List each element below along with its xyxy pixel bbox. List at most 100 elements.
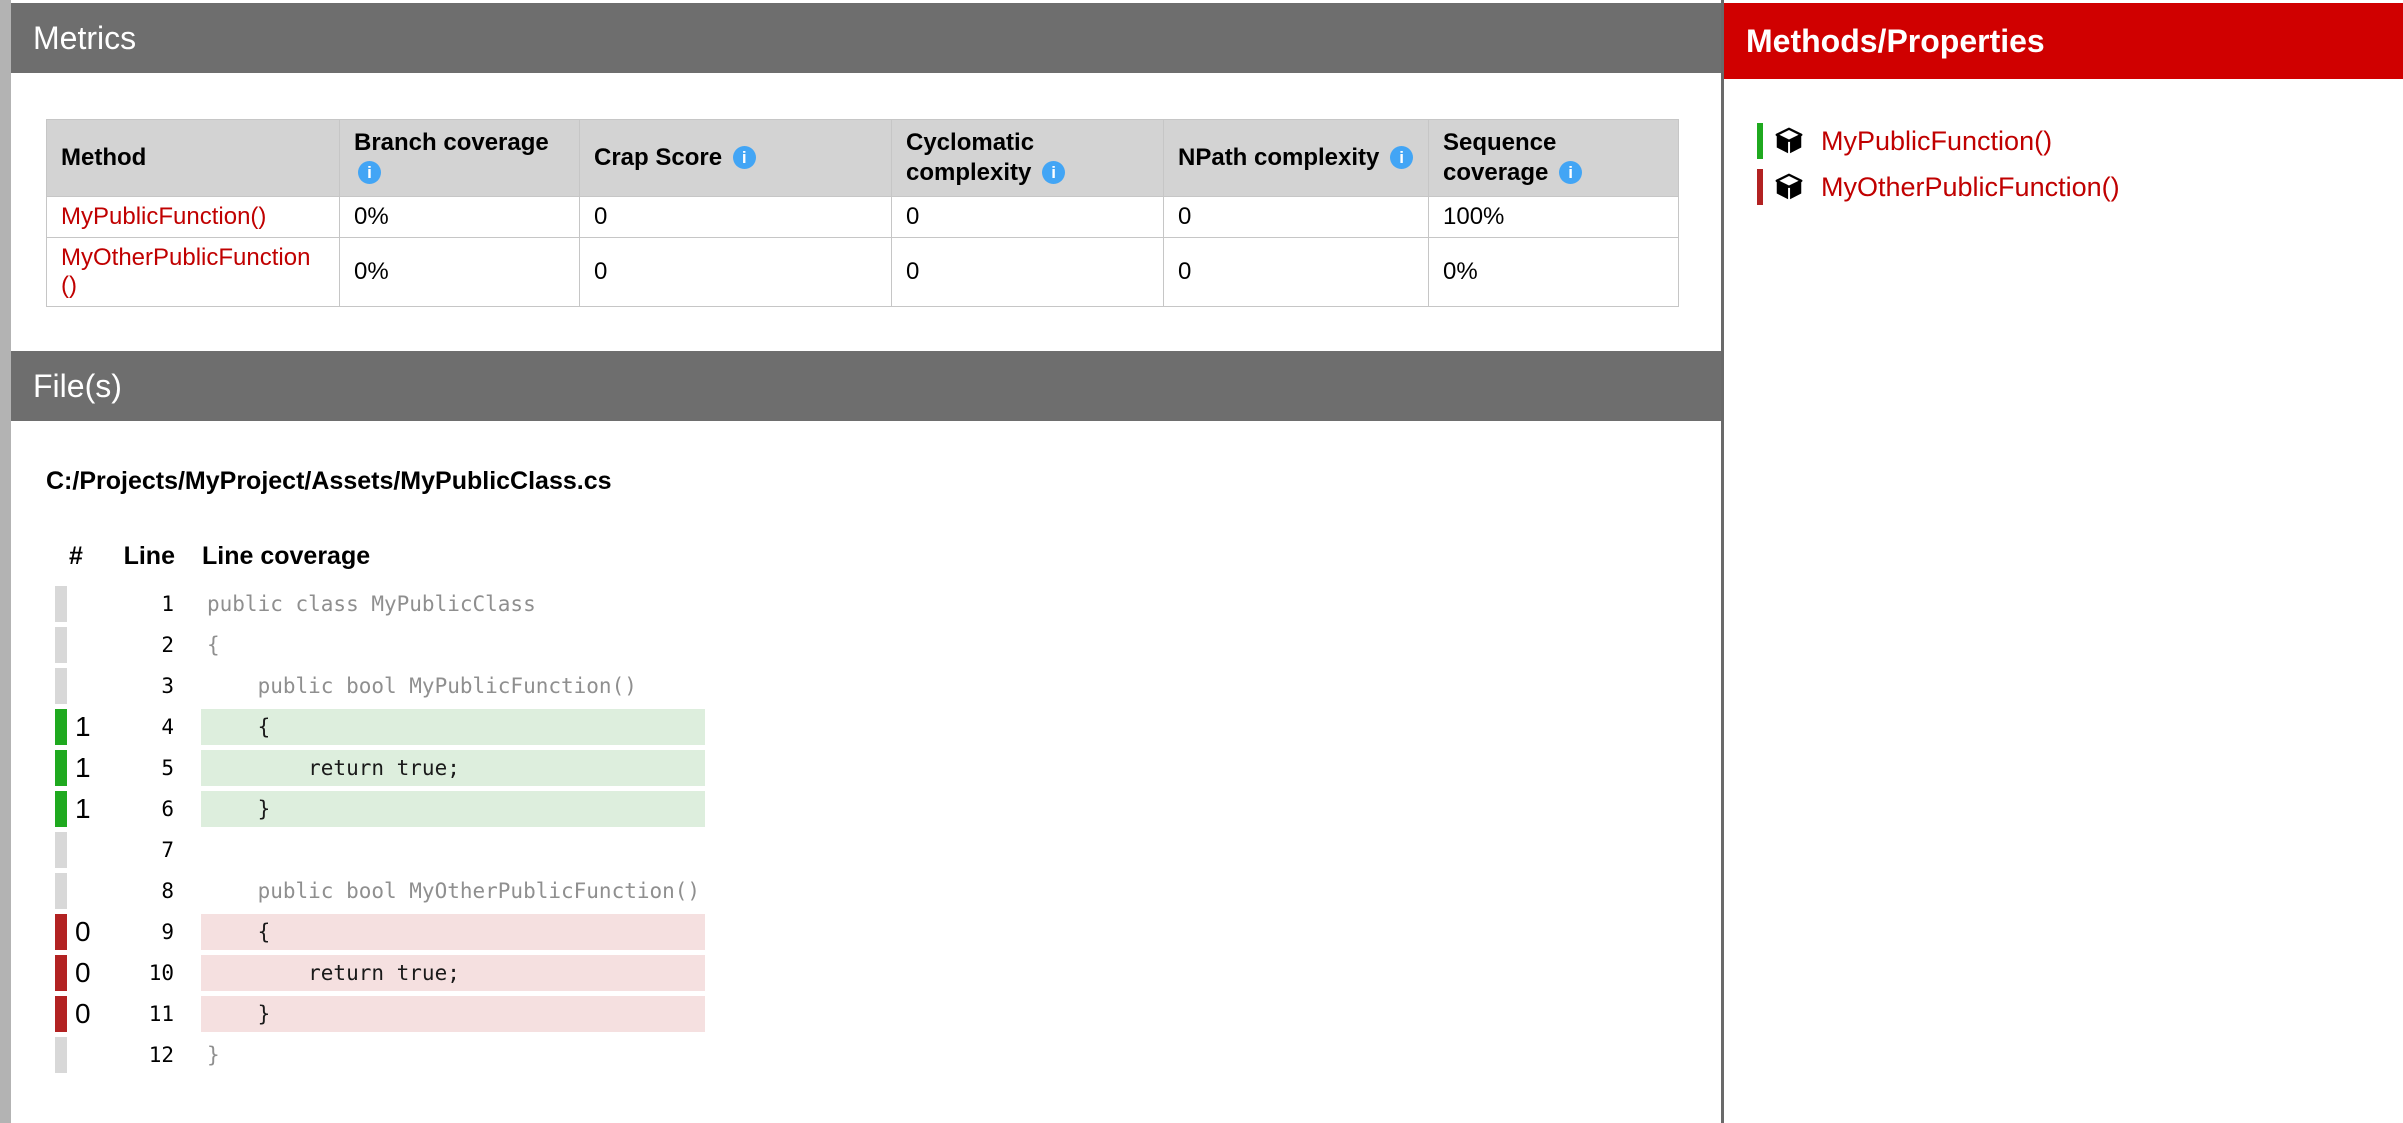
coverage-indicator-bar xyxy=(55,914,67,950)
metric-value-cell: 0 xyxy=(580,238,892,307)
coverage-indicator-bar xyxy=(55,627,67,663)
line-number: 6 xyxy=(111,791,174,827)
code-line-row: 0 10 return true; xyxy=(55,955,1721,991)
code-rows: 1 public class MyPublicClass 2 { 3 publi… xyxy=(55,586,1721,1073)
line-column-header: Line xyxy=(97,542,175,571)
metric-value-cell: 0 xyxy=(580,197,892,238)
hit-count: 0 xyxy=(75,996,111,1032)
coverage-indicator-bar xyxy=(55,668,67,704)
file-path: C:/Projects/MyProject/Assets/MyPublicCla… xyxy=(46,467,1721,496)
column-header-crap-score: Crap Score xyxy=(580,120,892,197)
source-code-line: public bool MyOtherPublicFunction() xyxy=(201,873,705,909)
code-line-row: 1 public class MyPublicClass xyxy=(55,586,1721,622)
method-list-item: MyPublicFunction() xyxy=(1757,123,2403,159)
line-number: 1 xyxy=(111,586,174,622)
coverage-status-bar xyxy=(1757,123,1763,159)
source-code-line: { xyxy=(201,709,705,745)
info-icon[interactable] xyxy=(733,146,756,169)
methods-properties-header: Methods/Properties xyxy=(1724,3,2403,79)
info-icon[interactable] xyxy=(1559,161,1582,184)
main-content: Metrics Method Branch coverage Crap Scor… xyxy=(11,0,1721,1123)
code-line-row: 1 6 } xyxy=(55,791,1721,827)
coverage-indicator-bar xyxy=(55,832,67,868)
code-line-row: 2 { xyxy=(55,627,1721,663)
column-header-branch-coverage: Branch coverage xyxy=(340,120,580,197)
method-link[interactable]: MyOtherPublicFunction() xyxy=(1821,172,2120,203)
metric-value-cell: 0% xyxy=(340,197,580,238)
column-header-npath-complexity: NPath complexity xyxy=(1164,120,1429,197)
code-line-row: 1 4 { xyxy=(55,709,1721,745)
hits-column-header: # xyxy=(55,542,97,571)
hit-count: 0 xyxy=(75,955,111,991)
sidebar: Methods/Properties MyPublicFunction() My… xyxy=(1721,0,2403,1123)
source-code-line: public class MyPublicClass xyxy=(201,586,705,622)
source-code-line: return true; xyxy=(201,955,705,991)
method-cube-icon xyxy=(1775,127,1803,155)
source-code-line: } xyxy=(201,791,705,827)
coverage-indicator-bar xyxy=(55,955,67,991)
hit-count xyxy=(75,1037,111,1073)
code-line-row: 3 public bool MyPublicFunction() xyxy=(55,668,1721,704)
source-code-line: return true; xyxy=(201,750,705,786)
code-line-row: 12 } xyxy=(55,1037,1721,1073)
line-number: 5 xyxy=(111,750,174,786)
coverage-indicator-bar xyxy=(55,709,67,745)
method-cube-icon xyxy=(1775,173,1803,201)
source-code-line xyxy=(201,832,705,868)
metrics-table: Method Branch coverage Crap Score Cyclom… xyxy=(46,119,1679,307)
info-icon[interactable] xyxy=(358,161,381,184)
line-number: 4 xyxy=(111,709,174,745)
line-number: 10 xyxy=(111,955,174,991)
method-link[interactable]: MyOtherPublicFunction() xyxy=(47,238,340,307)
hit-count xyxy=(75,668,111,704)
methods-list: MyPublicFunction() MyOtherPublicFunction… xyxy=(1724,123,2403,205)
line-coverage-column-header: Line coverage xyxy=(202,542,370,571)
method-link[interactable]: MyPublicFunction() xyxy=(1821,126,2052,157)
column-header-sequence-coverage: Sequence coverage xyxy=(1429,120,1679,197)
metrics-table-row: MyOtherPublicFunction() 0%0000% xyxy=(47,238,1679,307)
metric-value-cell: 0 xyxy=(1164,197,1429,238)
metrics-table-header-row: Method Branch coverage Crap Score Cyclom… xyxy=(47,120,1679,197)
info-icon[interactable] xyxy=(1390,146,1413,169)
hit-count: 1 xyxy=(75,791,111,827)
coverage-indicator-bar xyxy=(55,750,67,786)
code-line-row: 0 11 } xyxy=(55,996,1721,1032)
line-coverage-table: # Line Line coverage 1 public class MyPu… xyxy=(55,542,1721,1073)
source-code-line: public bool MyPublicFunction() xyxy=(201,668,705,704)
line-number: 12 xyxy=(111,1037,174,1073)
metric-value-cell: 0 xyxy=(892,197,1164,238)
metric-value-cell: 0% xyxy=(1429,238,1679,307)
coverage-indicator-bar xyxy=(55,996,67,1032)
coverage-indicator-bar xyxy=(55,1037,67,1073)
coverage-indicator-bar xyxy=(55,586,67,622)
metrics-table-row: MyPublicFunction() 0%000100% xyxy=(47,197,1679,238)
metrics-table-body: MyPublicFunction() 0%000100% MyOtherPubl… xyxy=(47,197,1679,307)
column-header-cyclomatic-complexity: Cyclomatic complexity xyxy=(892,120,1164,197)
source-code-line: } xyxy=(201,1037,705,1073)
source-code-line: } xyxy=(201,996,705,1032)
line-number: 2 xyxy=(111,627,174,663)
hit-count xyxy=(75,627,111,663)
code-table-header: # Line Line coverage xyxy=(55,542,1721,571)
hit-count: 0 xyxy=(75,914,111,950)
code-line-row: 7 xyxy=(55,832,1721,868)
line-number: 3 xyxy=(111,668,174,704)
hit-count xyxy=(75,873,111,909)
line-number: 7 xyxy=(111,832,174,868)
files-section-header: File(s) xyxy=(11,351,1721,421)
line-number: 8 xyxy=(111,873,174,909)
column-header-method: Method xyxy=(47,120,340,197)
source-code-line: { xyxy=(201,914,705,950)
method-list-item: MyOtherPublicFunction() xyxy=(1757,169,2403,205)
code-line-row: 8 public bool MyOtherPublicFunction() xyxy=(55,873,1721,909)
coverage-indicator-bar xyxy=(55,873,67,909)
source-code-line: { xyxy=(201,627,705,663)
hit-count xyxy=(75,586,111,622)
metric-value-cell: 0 xyxy=(1164,238,1429,307)
info-icon[interactable] xyxy=(1042,161,1065,184)
metric-value-cell: 0 xyxy=(892,238,1164,307)
method-link[interactable]: MyPublicFunction() xyxy=(47,197,340,238)
code-line-row: 1 5 return true; xyxy=(55,750,1721,786)
metric-value-cell: 100% xyxy=(1429,197,1679,238)
line-number: 11 xyxy=(111,996,174,1032)
